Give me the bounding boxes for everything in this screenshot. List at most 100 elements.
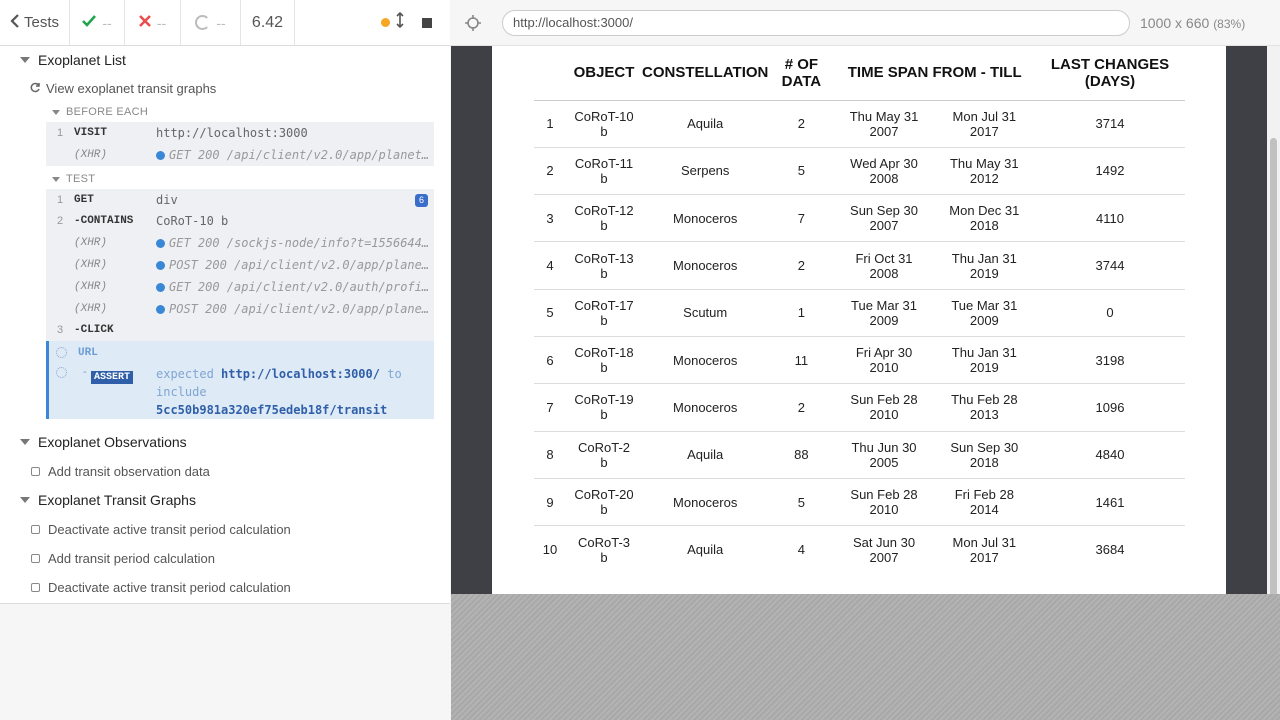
table-cell: 11 [768,336,835,385]
test-view-transit-graphs[interactable]: View exoplanet transit graphs [30,75,216,101]
command-name: -CLICK [74,324,114,336]
caret-down-icon [52,109,60,115]
table-cell: 1492 [1035,147,1185,196]
command-name: -CONTAINS [74,215,134,227]
table-cell: 4110 [1035,194,1185,243]
assert-message: expected http://localhost:3000/ to inclu… [156,365,434,419]
check-icon [82,14,97,31]
pending-circle-icon [195,15,211,30]
test-add-transit-observation[interactable]: Add transit observation data [31,458,210,484]
test-deactivate-transit-period[interactable]: Deactivate active transit period calcula… [31,574,291,600]
table-row[interactable]: 6 CoRoT-18 b Monoceros 11 Fri Apr 30 2010 Thu J… [534,336,1185,385]
hook-before-each[interactable]: BEFORE EACH [52,106,148,118]
duration-value: 6.42 [241,0,295,45]
suite-title: Exoplanet List [38,52,126,68]
suite-exoplanet-list[interactable]: Exoplanet List [0,46,126,74]
spinner-icon [56,345,67,363]
auto-scroll-toggle[interactable] [381,11,404,33]
table-cell: Thu May 31 2012 [933,147,1035,196]
command-message: GET 200 /api/client/v2.0/app/planet… [156,148,434,162]
table-row[interactable]: 10 CoRoT-3 b Aquila 4 Sat Jun 30 2007 Mon Jul 3… [534,526,1185,573]
suite-exoplanet-transit-graphs[interactable]: Exoplanet Transit Graphs [0,486,196,514]
selector-playground-icon[interactable] [464,14,482,32]
xhr-status-dot-icon [156,239,165,248]
table-cell: Thu Jun 30 2005 [834,431,934,479]
tests-back-button[interactable]: Tests [0,0,70,45]
viewport-size: 1000 x 660 [1140,14,1210,31]
command-click[interactable]: 3 -CLICK [46,319,434,341]
table-cell: Monoceros [642,336,769,385]
command-xhr[interactable]: (XHR) GET 200 /api/client/v2.0/app/plane… [46,144,434,166]
test-title: Add transit observation data [48,463,210,479]
command-xhr[interactable]: (XHR) POST 200 /api/client/v2.0/app/plan… [46,254,434,276]
table-body: 1 CoRoT-10 b Aquila 2 Thu May 31 2007 Mon Jul 3… [534,100,1185,573]
arrows-vertical-icon [396,11,404,33]
table-cell: CoRoT-18 b [566,336,642,385]
command-name: VISIT [74,127,108,139]
reporter-body: Exoplanet List View exoplanet transit gr… [0,46,450,604]
xhr-text: POST 200 /api/client/v2.0/app/plane… [169,302,430,316]
hook-label: BEFORE EACH [66,106,149,118]
preview-scrollbar[interactable] [1267,46,1280,624]
column-header: TIME SPAN FROM - TILL [834,46,1035,101]
table-row[interactable]: 4 CoRoT-13 b Monoceros 2 Fri Oct 31 2008 Thu Ja… [534,241,1185,290]
xhr-text: GET 200 /sockjs-node/info?t=1556644… [169,236,430,250]
table-cell: CoRoT-13 b [566,241,642,290]
table-cell: Scutum [642,289,769,337]
table-cell: 5 [768,478,835,527]
command-pending-assert[interactable]: URL - ASSERT expected http://localhost:3… [46,341,434,419]
table-cell: Aquila [642,100,769,148]
table-row[interactable]: 7 CoRoT-19 b Monoceros 2 Sun Feb 28 2010 Thu Fe… [534,383,1185,432]
table-row[interactable]: 1 CoRoT-10 b Aquila 2 Thu May 31 2007 Mon Jul 3… [534,100,1185,148]
caret-down-icon [20,57,30,63]
hook-test[interactable]: TEST [52,173,95,185]
table-cell: 5 [768,147,835,196]
checkbox-icon [31,553,40,563]
command-visit[interactable]: 1 VISIT http://localhost:3000 [46,122,434,144]
test-title: Deactivate active transit period calcula… [48,521,291,537]
table-cell: Fri Feb 28 2014 [933,478,1035,527]
url-bar[interactable]: http://localhost:3000/ [502,9,1130,36]
command-contains[interactable]: 2 -CONTAINS CoRoT-10 b [46,210,434,232]
table-cell: CoRoT-11 b [566,147,642,196]
command-xhr[interactable]: (XHR) POST 200 /api/client/v2.0/app/plan… [46,298,434,320]
table-row[interactable]: 8 CoRoT-2 b Aquila 88 Thu Jun 30 2005 Sun Sep 3… [534,431,1185,479]
runner-controls [295,0,450,45]
table-row[interactable]: 9 CoRoT-20 b Monoceros 5 Sun Feb 28 2010 Fri Fe… [534,478,1185,527]
table-row[interactable]: 5 CoRoT-17 b Scutum 1 Tue Mar 31 2009 Tue Mar 3… [534,289,1185,337]
table-cell: Tue Mar 31 2009 [933,289,1035,337]
table-row[interactable]: 2 CoRoT-11 b Serpens 5 Wed Apr 30 2008 Thu May … [534,147,1185,196]
scrollbar-thumb[interactable] [1270,138,1277,624]
caret-down-icon [20,439,30,445]
failed-count: -- [125,0,181,45]
table-cell: 5 [534,289,566,337]
command-message: GET 200 /api/client/v2.0/auth/profi… [156,280,434,294]
table-cell: 1096 [1035,383,1185,432]
table-cell: 3714 [1035,100,1185,148]
table-cell: Sun Sep 30 2007 [834,194,934,243]
x-icon [138,14,151,31]
suite-exoplanet-observations[interactable]: Exoplanet Observations [0,428,187,456]
command-message: CoRoT-10 b [156,214,229,228]
assert-include-value: 5cc50b981a320ef75edeb18f/transit [156,403,388,417]
table-row[interactable]: 3 CoRoT-12 b Monoceros 7 Sun Sep 30 2007 Mon De… [534,194,1185,243]
app-preview-header: http://localhost:3000/ 1000 x 660 (83%) [450,0,1280,46]
viewport-scale: (83%) [1213,16,1246,31]
column-header: # OF DATA [768,46,835,101]
table-cell: 10 [542,542,558,558]
exoplanet-table: OBJECT CONSTELLATION # OF DATA TIME SPAN FRO… [534,46,1185,573]
passed-value: -- [102,14,112,31]
table-cell: CoRoT-20 b [566,478,642,527]
test-deactivate-transit-period[interactable]: Deactivate active transit period calcula… [31,516,291,542]
command-xhr[interactable]: (XHR) GET 200 /api/client/v2.0/auth/prof… [46,276,434,298]
stop-icon[interactable] [422,17,432,28]
command-message: POST 200 /api/client/v2.0/app/plane… [156,258,434,272]
command-xhr[interactable]: (XHR) GET 200 /sockjs-node/info?t=155664… [46,232,434,254]
assert-prefix: - [83,366,87,378]
viewport-info[interactable]: 1000 x 660 (83%) [1140,15,1245,31]
table-cell: Fri Apr 30 2010 [834,336,934,385]
table-cell: 6 [534,336,566,385]
test-add-transit-period[interactable]: Add transit period calculation [31,545,215,571]
command-get[interactable]: 1 GET div 6 [46,189,434,211]
reporter-header: Tests -- -- -- 6.42 [0,0,450,46]
